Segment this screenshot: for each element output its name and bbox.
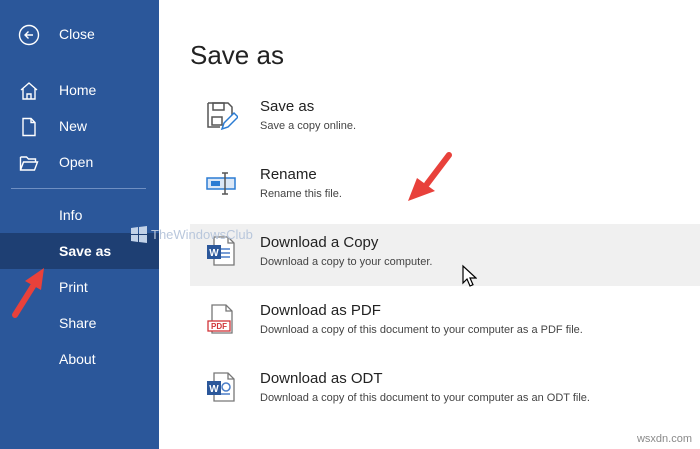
option-save-as[interactable]: Save as Save a copy online. <box>190 88 700 150</box>
sidebar-item-about[interactable]: About <box>0 341 159 377</box>
sidebar-item-label: Info <box>59 207 83 223</box>
option-description: Download a copy of this document to your… <box>260 324 583 336</box>
option-description: Download a copy to your computer. <box>260 256 433 268</box>
main-panel: Save as Save as Save a copy online. Rena… <box>159 0 700 449</box>
sidebar-item-label: Close <box>59 26 95 42</box>
backstage-sidebar: Close Home New Open Info Save as Print S… <box>0 0 159 449</box>
svg-text:W: W <box>209 384 219 395</box>
sidebar-divider <box>11 188 146 189</box>
sidebar-item-label: New <box>59 118 88 134</box>
option-title: Rename <box>260 166 317 183</box>
option-description: Download a copy of this document to your… <box>260 392 590 404</box>
sidebar-item-open[interactable]: Open <box>0 144 159 180</box>
sidebar-item-label: About <box>59 351 96 367</box>
sidebar-item-label: Share <box>59 315 97 331</box>
option-description: Save a copy online. <box>260 120 357 132</box>
new-document-icon <box>18 116 40 138</box>
odt-document-icon: W <box>204 370 238 404</box>
sidebar-item-save-as[interactable]: Save as <box>0 233 159 269</box>
save-as-icon <box>204 98 240 132</box>
option-download-odt[interactable]: W Download as ODT Download a copy of thi… <box>190 360 700 422</box>
svg-text:PDF: PDF <box>211 322 227 331</box>
option-description: Rename this file. <box>260 188 342 200</box>
option-download-copy[interactable]: W Download a Copy Download a copy to you… <box>190 224 700 286</box>
option-title: Save as <box>260 98 315 115</box>
sidebar-item-info[interactable]: Info <box>0 197 159 233</box>
folder-open-icon <box>18 152 40 174</box>
option-download-pdf[interactable]: PDF Download as PDF Download a copy of t… <box>190 292 700 354</box>
option-title: Download as ODT <box>260 370 383 387</box>
sidebar-item-label: Home <box>59 82 97 98</box>
sidebar-item-new[interactable]: New <box>0 108 159 144</box>
option-title: Download a Copy <box>260 234 379 251</box>
sidebar-item-label: Save as <box>59 243 112 259</box>
word-document-icon: W <box>204 234 238 268</box>
back-arrow-icon <box>18 24 40 46</box>
sidebar-item-label: Open <box>59 154 94 170</box>
rename-icon <box>204 166 238 200</box>
svg-text:W: W <box>209 248 219 259</box>
page-title: Save as <box>190 40 284 70</box>
sidebar-item-label: Print <box>59 279 88 295</box>
sidebar-item-print[interactable]: Print <box>0 269 159 305</box>
option-title: Download as PDF <box>260 302 381 319</box>
site-watermark: wsxdn.com <box>636 433 692 445</box>
sidebar-item-share[interactable]: Share <box>0 305 159 341</box>
sidebar-item-close[interactable]: Close <box>0 16 159 52</box>
home-icon <box>18 80 40 102</box>
option-rename[interactable]: Rename Rename this file. <box>190 156 700 218</box>
pdf-icon: PDF <box>204 302 238 336</box>
sidebar-item-home[interactable]: Home <box>0 72 159 108</box>
